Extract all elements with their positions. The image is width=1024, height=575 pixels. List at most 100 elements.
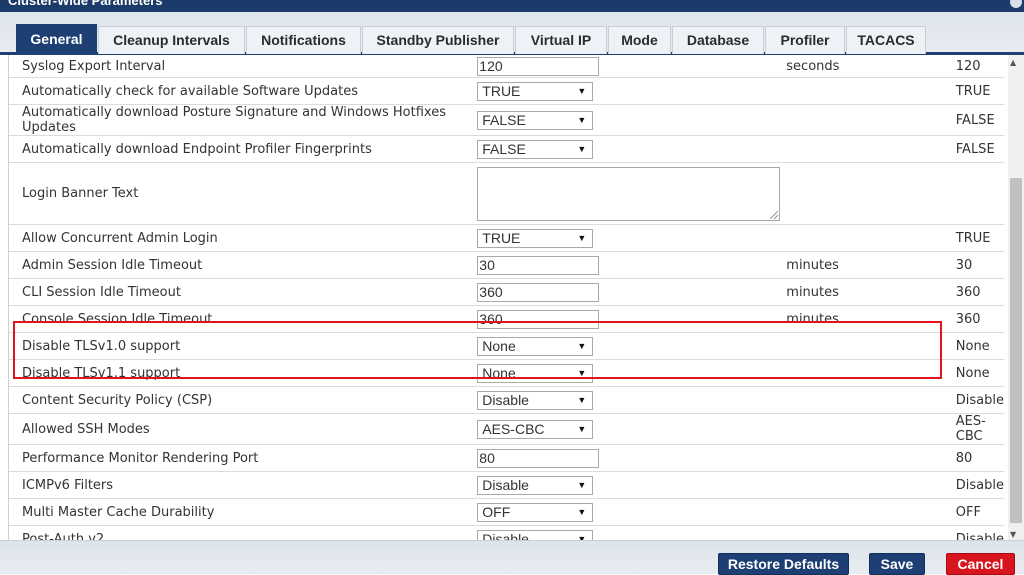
parameter-unit <box>780 471 941 499</box>
table-row: Disable TLSv1.0 support None ▼ None <box>9 332 1004 360</box>
cancel-button[interactable]: Cancel <box>946 553 1015 575</box>
tab-tacacs[interactable]: TACACS <box>846 26 926 54</box>
table-row: Post-Auth v2 Disable ▼ Disable <box>9 525 1004 541</box>
tab-virtual-ip[interactable]: Virtual IP <box>515 26 607 54</box>
tab-mode[interactable]: Mode <box>608 26 671 54</box>
parameter-label: CLI Session Idle Timeout <box>9 278 478 306</box>
table-row: Login Banner Text <box>9 162 1004 225</box>
current-value: Disable <box>940 471 1004 499</box>
table-row: Admin Session Idle Timeout 30 minutes 30 <box>9 251 1004 279</box>
setting-input[interactable]: 120 <box>477 57 600 76</box>
parameter-control-cell: Disable ▼ <box>477 471 781 499</box>
setting-dropdown[interactable]: Disable ▼ <box>477 475 594 495</box>
current-value: 30 <box>940 251 1004 279</box>
scrollbar-thumb[interactable] <box>1010 178 1022 523</box>
scroll-up-arrow-icon[interactable]: ▲ <box>1010 58 1016 67</box>
table-row: Performance Monitor Rendering Port 80 80 <box>9 444 1004 472</box>
current-value: None <box>940 359 1004 387</box>
setting-input[interactable]: 360 <box>477 309 600 329</box>
table-row: Console Session Idle Timeout 360 minutes 36… <box>9 305 1004 333</box>
parameter-control-cell: 30 <box>477 251 781 279</box>
tab-standby-publisher[interactable]: Standby Publisher <box>362 26 514 54</box>
resize-grip-icon[interactable] <box>770 210 779 219</box>
chevron-down-icon: ▼ <box>577 506 587 517</box>
tab-database[interactable]: Database <box>672 26 764 54</box>
setting-dropdown[interactable]: OFF ▼ <box>477 502 594 522</box>
parameter-unit: minutes <box>780 251 941 279</box>
current-value: OFF <box>940 498 1004 526</box>
setting-dropdown[interactable]: None ▼ <box>477 336 594 356</box>
parameter-unit <box>780 224 941 252</box>
window-control-icon[interactable] <box>1010 0 1022 8</box>
current-value: 80 <box>940 444 1004 472</box>
setting-dropdown[interactable]: Disable ▼ <box>477 529 594 541</box>
parameter-unit <box>780 135 941 163</box>
setting-input[interactable]: 80 <box>477 448 600 468</box>
parameter-unit <box>780 332 941 360</box>
tab-notifications[interactable]: Notifications <box>246 26 361 54</box>
table-row: Multi Master Cache Durability OFF ▼ OFF <box>9 498 1004 526</box>
chevron-down-icon: ▼ <box>577 367 587 378</box>
table-row: Disable TLSv1.1 support None ▼ None <box>9 359 1004 387</box>
setting-dropdown[interactable]: AES-CBC ▼ <box>477 419 594 439</box>
setting-dropdown[interactable]: Disable ▼ <box>477 390 594 410</box>
chevron-down-icon: ▼ <box>577 232 587 243</box>
parameter-unit <box>780 498 941 526</box>
table-row: Automatically download Posture Signature… <box>9 104 1004 136</box>
chevron-down-icon: ▼ <box>577 85 587 96</box>
parameter-unit <box>780 525 941 540</box>
setting-dropdown[interactable]: None ▼ <box>477 363 594 383</box>
parameter-label: Performance Monitor Rendering Port <box>9 444 478 472</box>
parameter-label: Content Security Policy (CSP) <box>9 386 478 414</box>
parameter-unit <box>780 359 941 387</box>
dropdown-value: FALSE <box>482 111 526 128</box>
setting-input[interactable]: 360 <box>477 282 600 302</box>
tab-profiler[interactable]: Profiler <box>765 26 845 54</box>
current-value: None <box>940 332 1004 360</box>
parameter-label: ICMPv6 Filters <box>9 471 478 499</box>
current-value <box>940 162 1004 225</box>
parameter-label: Console Session Idle Timeout <box>9 305 478 333</box>
parameter-label: Syslog Export Interval <box>9 55 478 78</box>
dialog-footer: Restore Defaults Save Cancel <box>0 540 1024 575</box>
dropdown-value: OFF <box>482 503 511 520</box>
current-value: Disable <box>940 525 1004 540</box>
window-title: Cluster-Wide Parameters <box>8 0 163 8</box>
tab-cleanup-intervals[interactable]: Cleanup Intervals <box>98 26 245 54</box>
table-row: Automatically download Endpoint Profiler… <box>9 135 1004 163</box>
table-row: ICMPv6 Filters Disable ▼ Disable <box>9 471 1004 499</box>
dropdown-value: Disable <box>482 476 529 493</box>
parameters-table: Syslog Export Interval 120 seconds 120 Autom… <box>9 55 1004 540</box>
current-value: TRUE <box>940 224 1004 252</box>
scroll-down-arrow-icon[interactable]: ▼ <box>1010 530 1016 539</box>
setting-dropdown[interactable]: FALSE ▼ <box>477 110 594 130</box>
parameter-label: Automatically check for available Softwa… <box>9 77 478 105</box>
table-row: CLI Session Idle Timeout 360 minutes 360 <box>9 278 1004 306</box>
chevron-down-icon: ▼ <box>577 479 587 490</box>
restore-defaults-button[interactable]: Restore Defaults <box>718 553 849 575</box>
parameter-unit <box>780 413 941 445</box>
setting-dropdown[interactable]: FALSE ▼ <box>477 139 594 159</box>
parameter-label: Allowed SSH Modes <box>9 413 478 445</box>
chevron-down-icon: ▼ <box>577 340 587 351</box>
save-button[interactable]: Save <box>869 553 925 575</box>
parameter-unit <box>780 162 941 225</box>
parameter-unit <box>780 444 941 472</box>
parameter-unit: minutes <box>780 278 941 306</box>
setting-dropdown[interactable]: TRUE ▼ <box>477 228 594 248</box>
login-banner-textarea[interactable] <box>477 166 781 221</box>
parameter-label: Allow Concurrent Admin Login <box>9 224 478 252</box>
setting-input[interactable]: 30 <box>477 255 600 275</box>
parameter-control-cell: None ▼ <box>477 332 781 360</box>
parameter-control-cell: None ▼ <box>477 359 781 387</box>
tab-general[interactable]: General <box>16 24 97 54</box>
parameter-control-cell: TRUE ▼ <box>477 77 781 105</box>
setting-dropdown[interactable]: TRUE ▼ <box>477 81 594 101</box>
dropdown-value: Disable <box>482 530 529 541</box>
current-value: TRUE <box>940 77 1004 105</box>
parameter-unit <box>780 77 941 105</box>
parameter-control-cell: Disable ▼ <box>477 386 781 414</box>
tab-strip: General Cleanup Intervals Notifications … <box>0 12 1024 55</box>
table-row: Content Security Policy (CSP) Disable ▼ Dis… <box>9 386 1004 414</box>
parameter-unit <box>780 386 941 414</box>
